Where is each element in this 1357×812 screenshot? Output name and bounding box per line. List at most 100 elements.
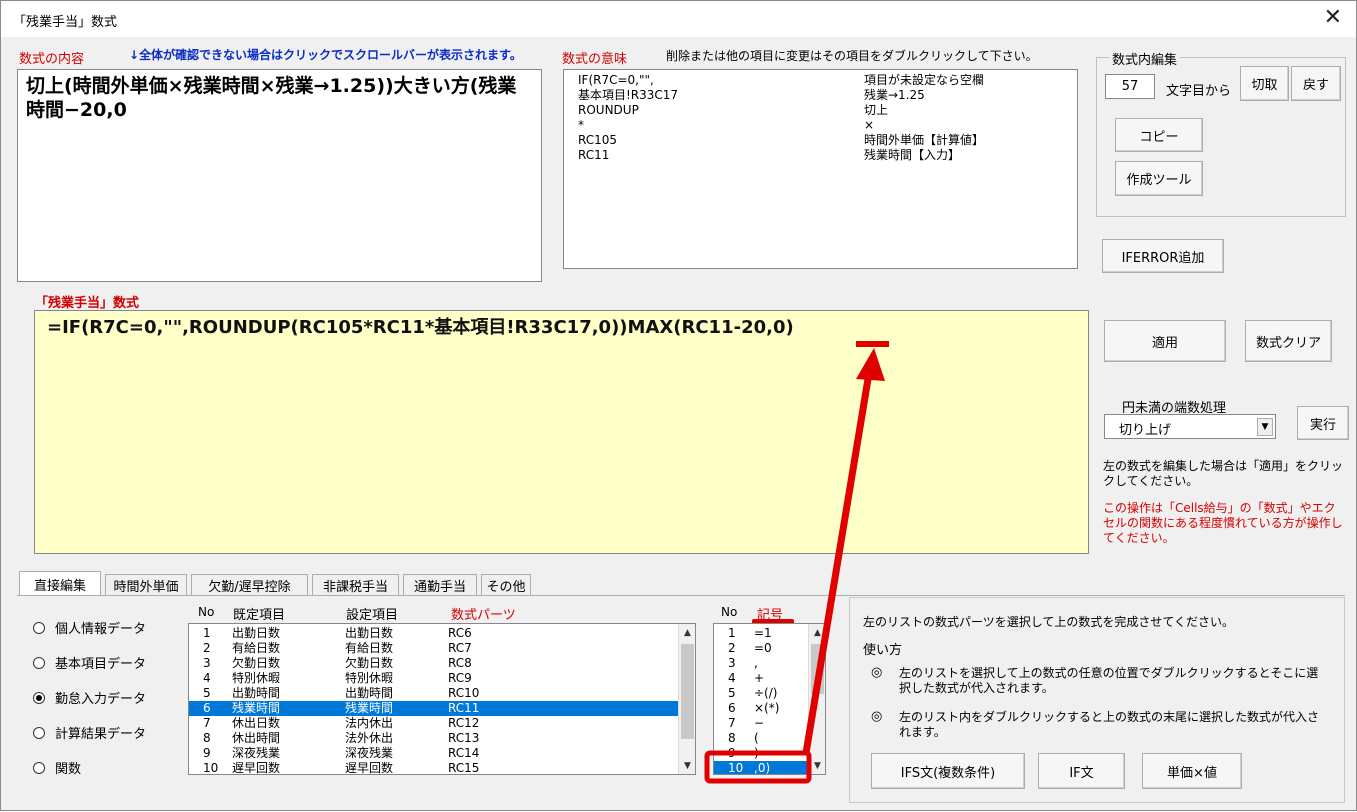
parts-scroll-thumb[interactable] <box>681 644 694 739</box>
char-position-input[interactable] <box>1105 74 1155 99</box>
symbol-value: =1 <box>754 626 772 640</box>
symbol-no: 6 <box>728 701 736 715</box>
parts-row[interactable]: 5 出勤時間 出勤時間 RC10 <box>189 686 678 701</box>
parts-setting: 法内休出 <box>345 716 394 730</box>
creation-tool-button[interactable]: 作成ツール <box>1115 161 1203 196</box>
meaning-code: RC105 <box>578 133 618 147</box>
scroll-up-icon[interactable]: ▲ <box>679 624 695 641</box>
radio-circle-icon[interactable] <box>33 656 45 669</box>
cut-button[interactable]: 切取 <box>1240 66 1289 101</box>
unit-times-value-button[interactable]: 単価×値 <box>1142 753 1242 789</box>
parts-setting: 残業時間 <box>345 701 394 715</box>
meaning-list[interactable]: IF(R7C=0,"", 項目が未設定なら空欄 基本項目!R33C17 残業→1.25… <box>563 69 1078 269</box>
symbols-scroll-thumb[interactable] <box>811 644 824 694</box>
meaning-row[interactable]: RC105 時間外単価【計算値】 <box>578 133 1073 148</box>
formula-label: 「残業手当」数式 <box>35 296 140 311</box>
formula-clear-button[interactable]: 数式クリア <box>1245 320 1332 362</box>
parts-no: 4 <box>203 671 211 685</box>
symbol-row[interactable]: 3, <box>714 656 808 671</box>
if-button[interactable]: IF文 <box>1038 753 1125 789</box>
copy-button[interactable]: コピー <box>1115 118 1203 152</box>
radio-option[interactable]: 関数 <box>33 758 81 777</box>
apply-button[interactable]: 適用 <box>1104 320 1226 362</box>
meaning-row[interactable]: RC11 残業時間【入力】 <box>578 148 1073 163</box>
meaning-row[interactable]: ROUNDUP 切上 <box>578 103 1073 118</box>
scroll-down-icon[interactable]: ▼ <box>679 757 695 774</box>
parts-row[interactable]: 1 出勤日数 出勤日数 RC6 <box>189 626 678 641</box>
symbol-row[interactable]: 4 + <box>714 671 808 686</box>
symbols-list[interactable]: 1 =1 2 =0 3, 4 +5 ÷(/) 6 ×(*) 7−8(9) 10,0) ▲ ▼ <box>713 623 826 775</box>
parts-row[interactable]: 7 休出日数 法内休出 RC12 <box>189 716 678 731</box>
symbol-row[interactable]: 9) <box>714 746 808 761</box>
parts-row[interactable]: 3 欠勤日数 欠勤日数 RC8 <box>189 656 678 671</box>
symbol-row[interactable]: 5 ÷(/) <box>714 686 808 701</box>
radio-circle-icon[interactable] <box>33 621 45 634</box>
formula-dialog: 「残業手当」数式 ✕ 数式の内容 ↓全体が確認できない場合はクリックでスクロール… <box>0 0 1357 811</box>
run-button[interactable]: 実行 <box>1297 406 1349 440</box>
title-bar: 「残業手当」数式 ✕ <box>1 1 1356 37</box>
parts-setting: 欠勤日数 <box>345 656 394 670</box>
help-howto: 使い方 <box>863 643 903 658</box>
formula-textbox[interactable]: =IF(R7C=0,"",ROUNDUP(RC105*RC11*基本項目!R33… <box>34 310 1089 554</box>
tab-2[interactable]: 欠勤/遅早控除 <box>191 574 308 596</box>
parts-row[interactable]: 9 深夜残業 深夜残業 RC14 <box>189 746 678 761</box>
content-hint[interactable]: ↓全体が確認できない場合はクリックでスクロールバーが表示されます。 <box>129 46 522 63</box>
symbol-row[interactable]: 10 ,0) <box>714 761 808 774</box>
radio-circle-icon[interactable] <box>33 691 45 704</box>
meaning-row[interactable]: 基本項目!R33C17 残業→1.25 <box>578 88 1073 103</box>
radio-option[interactable]: 基本項目データ <box>33 653 146 672</box>
symbol-row[interactable]: 1 =1 <box>714 626 808 641</box>
tab-0[interactable]: 直接編集 <box>19 571 101 596</box>
meaning-code: ROUNDUP <box>578 103 639 117</box>
parts-scrollbar[interactable]: ▲ ▼ <box>678 624 695 774</box>
help-intro: 左のリストの数式パーツを選択して上の数式を完成させてください。 <box>863 615 1235 629</box>
parts-no: 3 <box>203 656 211 670</box>
symbol-row[interactable]: 2 =0 <box>714 641 808 656</box>
radio-circle-icon[interactable] <box>33 761 45 774</box>
parts-header-part: 数式パーツ <box>451 608 516 623</box>
symbol-row[interactable]: 8( <box>714 731 808 746</box>
parts-setting: 遅早回数 <box>345 761 394 775</box>
meaning-row[interactable]: IF(R7C=0,"", 項目が未設定なら空欄 <box>578 73 1073 88</box>
symbol-value: ÷(/) <box>754 686 778 700</box>
radio-option[interactable]: 勤怠入力データ <box>33 688 146 707</box>
content-textbox[interactable]: 切上(時間外単価×残業時間×残業→1.25))大きい方(残業時間−20,0 <box>17 69 542 282</box>
parts-code: RC15 <box>448 761 480 775</box>
scroll-up-icon[interactable]: ▲ <box>809 624 825 641</box>
parts-row[interactable]: 2 有給日数 有給日数 RC7 <box>189 641 678 656</box>
parts-row[interactable]: 8 休出時間 法外休出 RC13 <box>189 731 678 746</box>
parts-no: 7 <box>203 716 211 730</box>
symbol-row[interactable]: 7− <box>714 716 808 731</box>
parts-list[interactable]: 1 出勤日数 出勤日数 RC6 2 有給日数 有給日数 RC7 3 欠勤日数 欠勤日数 RC8 4 特別休… <box>188 623 696 775</box>
parts-default: 出勤日数 <box>232 626 281 640</box>
symbols-scrollbar[interactable]: ▲ ▼ <box>808 624 825 774</box>
tab-4[interactable]: 通勤手当 <box>403 574 477 596</box>
radio-option[interactable]: 個人情報データ <box>33 618 146 637</box>
radio-label: 関数 <box>55 762 82 777</box>
close-icon[interactable]: ✕ <box>1324 5 1342 31</box>
chevron-down-icon[interactable]: ▼ <box>1257 418 1273 436</box>
meaning-row[interactable]: * × <box>578 118 1073 133</box>
parts-default: 休出日数 <box>232 716 281 730</box>
parts-default: 深夜残業 <box>232 746 281 760</box>
parts-row[interactable]: 10 遅早回数 遅早回数 RC15 <box>189 761 678 775</box>
undo-button[interactable]: 戻す <box>1291 66 1341 101</box>
radio-option[interactable]: 計算結果データ <box>33 723 146 742</box>
iferror-add-button[interactable]: IFERROR追加 <box>1102 239 1224 273</box>
symbol-value: ×(*) <box>754 701 780 715</box>
parts-row[interactable]: 4 特別休暇 特別休暇 RC9 <box>189 671 678 686</box>
ifs-button[interactable]: IFS文(複数条件) <box>871 753 1025 789</box>
meaning-desc: × <box>864 118 875 132</box>
tab-3[interactable]: 非課税手当 <box>312 574 399 596</box>
parts-no: 10 <box>203 761 219 775</box>
symbol-row[interactable]: 6 ×(*) <box>714 701 808 716</box>
parts-setting: 特別休暇 <box>345 671 394 685</box>
tab-5[interactable]: その他 <box>481 574 531 596</box>
rounding-select[interactable]: 切り上げ ▼ <box>1104 414 1276 439</box>
parts-row[interactable]: 6 残業時間 残業時間 RC11 <box>189 701 678 716</box>
scroll-down-icon[interactable]: ▼ <box>809 757 825 774</box>
meaning-desc: 切上 <box>864 103 889 117</box>
radio-circle-icon[interactable] <box>33 726 45 739</box>
tab-1[interactable]: 時間外単価 <box>105 574 187 596</box>
symbol-no: 7 <box>728 716 736 730</box>
